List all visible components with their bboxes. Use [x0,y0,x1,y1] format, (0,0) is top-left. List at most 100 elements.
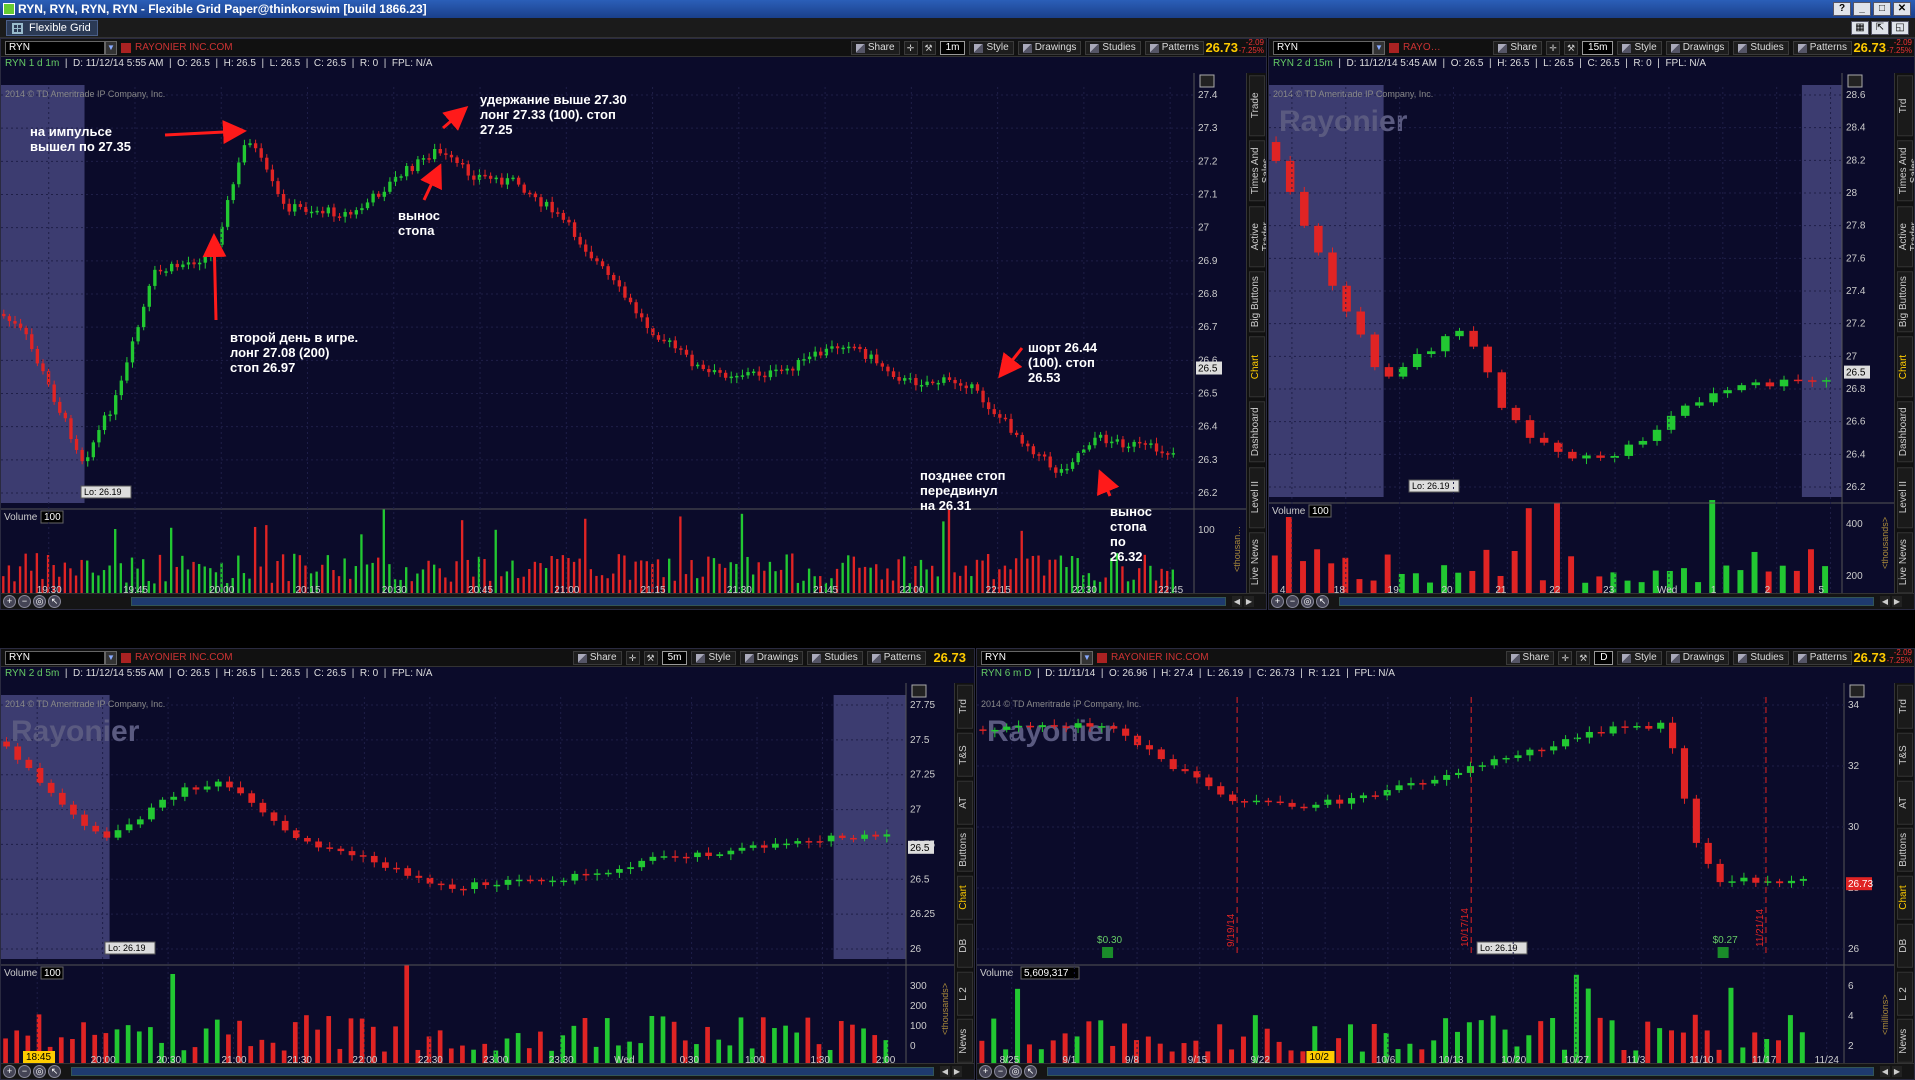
candle [1455,330,1464,337]
volume-bar [1723,565,1730,593]
minimize-button[interactable]: _ [1853,2,1871,16]
side-tab-buttons[interactable]: Buttons [957,828,973,872]
zoom-in-icon[interactable]: + [3,595,16,608]
zoom-out-icon[interactable]: − [1286,595,1299,608]
zoom-out-icon[interactable]: − [994,1065,1007,1078]
side-tab-t-s[interactable]: T&S [957,732,973,777]
side-tab-trd[interactable]: Trd [1897,685,1913,729]
side-tab-l-2[interactable]: L 2 [957,971,973,1016]
side-tab-chart[interactable]: Chart [957,876,973,920]
scroll-right-icon[interactable]: ▶ [1244,596,1254,607]
side-tab-active-trader[interactable]: Active Trader [1897,205,1914,267]
side-tab-at[interactable]: AT [957,780,973,825]
chart-scrollbar[interactable] [131,597,1226,606]
detach-button[interactable]: ⇱ [1871,21,1889,35]
candle [304,838,311,842]
side-tab-level-ii[interactable]: Level II [1249,466,1265,528]
dividend-icon[interactable] [1102,947,1114,958]
side-tab-news[interactable]: News [1897,1019,1913,1063]
side-tab-t-s[interactable]: T&S [1897,732,1913,777]
scroll-right-icon[interactable]: ▶ [1892,1066,1902,1077]
scroll-left-icon[interactable]: ◀ [940,1066,950,1077]
scale-settings-icon[interactable] [911,684,927,698]
side-tab-big-buttons[interactable]: Big Buttons [1249,270,1265,332]
candle [455,157,459,163]
side-tab-chart[interactable]: Chart [1897,876,1913,920]
candle [891,371,896,377]
candle [774,369,778,372]
candle [584,244,588,252]
chart-scrollbar[interactable] [71,1067,934,1076]
volume-bar [850,1024,855,1063]
side-tab-dashboard[interactable]: Dashboard [1249,401,1265,463]
side-tab-dashboard[interactable]: Dashboard [1897,401,1913,463]
volume-bar [18,566,22,593]
volume-bar [1680,1032,1686,1063]
scale-settings-icon[interactable] [1847,74,1863,88]
zoom-out-icon[interactable]: − [18,595,31,608]
scale-settings-icon[interactable] [1849,684,1865,698]
side-tab-chart[interactable]: Chart [1249,336,1265,398]
side-tab-at[interactable]: AT [1897,780,1913,825]
scroll-left-icon[interactable]: ◀ [1880,1066,1890,1077]
zoom-reset-icon[interactable]: ◎ [1009,1065,1022,1078]
restore-button[interactable]: ◱ [1891,21,1909,35]
side-tab-news[interactable]: News [957,1019,973,1063]
zoom-in-icon[interactable]: + [3,1065,16,1078]
grid-layout-button[interactable]: ▦ [1851,21,1869,35]
scale-settings-icon[interactable] [1199,74,1215,88]
volume-scale: 100 [44,512,61,523]
volume-bar [617,554,621,593]
dividend-icon[interactable] [1717,947,1729,958]
help-button[interactable]: ? [1833,2,1851,16]
zoom-in-icon[interactable]: + [979,1065,992,1078]
pointer-icon[interactable]: ↖ [1024,1065,1037,1078]
zoom-out-icon[interactable]: − [18,1065,31,1078]
side-tab-db[interactable]: DB [957,923,973,968]
side-tab-active-trader[interactable]: Active Trader [1249,205,1266,267]
candle [1737,385,1746,391]
zoom-reset-icon[interactable]: ◎ [33,1065,46,1078]
side-tab-trade[interactable]: Trade [1249,75,1265,137]
price-chart[interactable]: 27.7527.527.252726.7526.526.25262014 © T… [1,649,954,1065]
price-chart[interactable]: 28.6 28.4 28.2 28 27.8 27.6 27.4 27.2 27 26.8 26.6… [1269,39,1894,595]
scroll-left-icon[interactable]: ◀ [1880,596,1890,607]
chart-scrollbar[interactable] [1339,597,1874,606]
volume-bar [1808,549,1814,593]
chart-scrollbar[interactable] [1047,1067,1874,1076]
pointer-icon[interactable]: ↖ [1316,595,1329,608]
price-chart[interactable]: 34323028262014 © TD Ameritrade IP Compan… [977,649,1894,1065]
side-tab-db[interactable]: DB [1897,923,1913,968]
tab-flexible-grid[interactable]: Flexible Grid [6,20,98,36]
scroll-left-icon[interactable]: ◀ [1232,596,1242,607]
volume-label: Volume [980,968,1014,979]
zoom-reset-icon[interactable]: ◎ [33,595,46,608]
scroll-right-icon[interactable]: ▶ [1892,596,1902,607]
candle [248,793,256,803]
side-tab-l-2[interactable]: L 2 [1897,971,1913,1016]
close-button[interactable]: ✕ [1893,2,1911,16]
side-tab-trd[interactable]: Trd [1897,75,1913,137]
volume-bar [1026,558,1029,593]
scroll-right-icon[interactable]: ▶ [952,1066,962,1077]
pointer-icon[interactable]: ↖ [48,595,61,608]
side-tab-big-buttons[interactable]: Big Buttons [1897,270,1913,332]
y-tick-label: 27.1 [1198,190,1218,201]
side-tab-level-ii[interactable]: Level II [1897,466,1913,528]
candle [1526,749,1534,756]
candle [1003,726,1011,730]
side-tab-times-and-sales[interactable]: Times And Sales [1897,140,1914,202]
y-tick-label: 26.2 [1846,482,1866,493]
side-tab-buttons[interactable]: Buttons [1897,828,1913,872]
volume-bar [326,1016,332,1063]
side-tab-live-news[interactable]: Live News [1249,531,1265,593]
zoom-in-icon[interactable]: + [1271,595,1284,608]
side-tab-live-news[interactable]: Live News [1897,531,1913,593]
side-tab-times-and-sales[interactable]: Times And Sales [1249,140,1266,202]
zoom-reset-icon[interactable]: ◎ [1301,595,1314,608]
pointer-icon[interactable]: ↖ [48,1065,61,1078]
maximize-button[interactable]: □ [1873,2,1891,16]
side-tab-chart[interactable]: Chart [1897,336,1913,398]
candle [1371,795,1379,797]
side-tab-trd[interactable]: Trd [957,685,973,729]
